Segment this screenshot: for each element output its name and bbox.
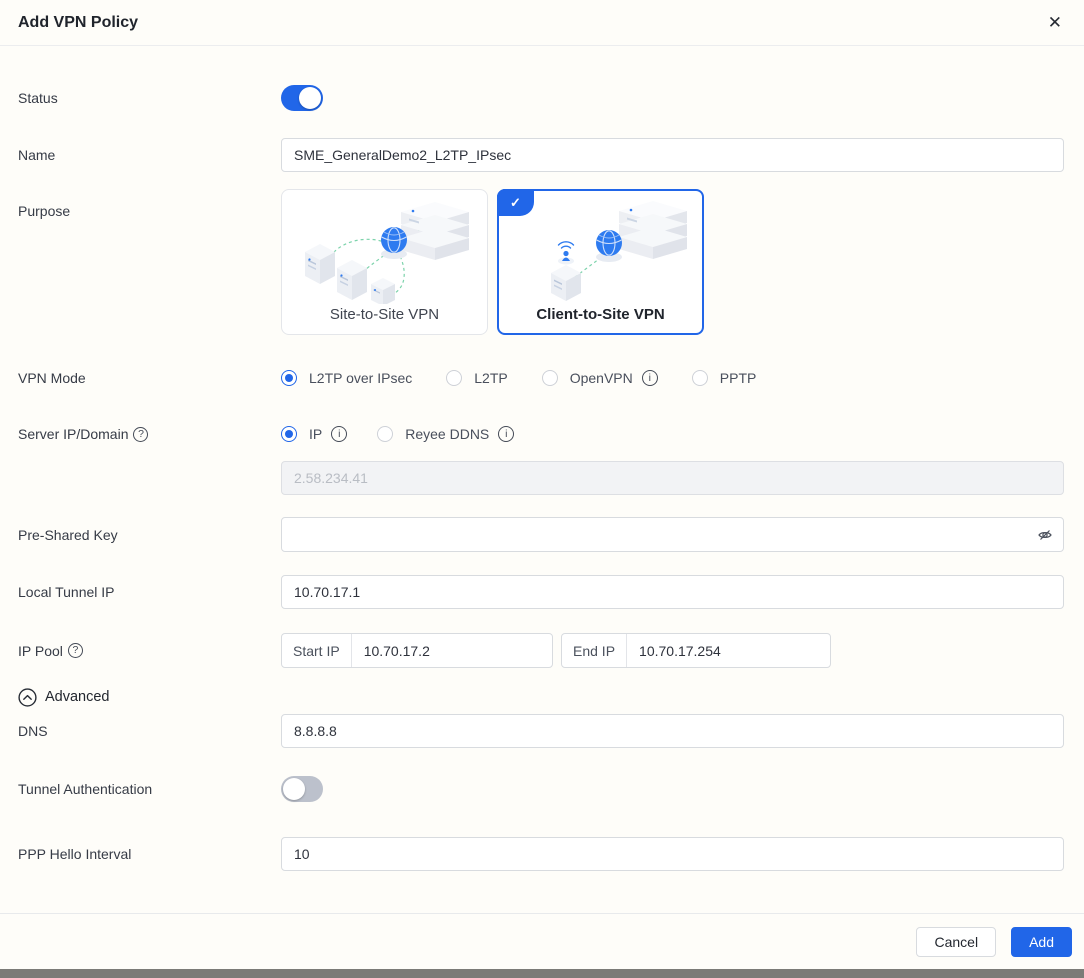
start-ip-prefix-label: Start IP <box>282 634 352 667</box>
server-ip-domain-row: Server IP/Domain ? IP i Reyee DDNS i <box>0 423 1084 445</box>
client-to-site-illustration <box>513 191 689 306</box>
radio-icon <box>542 370 558 386</box>
chevron-up-circle-icon <box>18 688 37 707</box>
selected-check-badge: ✓ <box>497 189 534 216</box>
add-button[interactable]: Add <box>1011 927 1072 957</box>
name-label: Name <box>18 147 281 163</box>
ppp-hello-interval-row: PPP Hello Interval <box>0 837 1084 871</box>
help-icon[interactable]: ? <box>133 427 148 442</box>
dns-input[interactable] <box>281 714 1064 748</box>
radio-pptp[interactable]: PPTP <box>692 370 757 386</box>
radio-icon <box>281 370 297 386</box>
radio-label: Reyee DDNS <box>405 426 489 442</box>
site-to-site-illustration <box>297 190 473 306</box>
ip-pool-start-group: Start IP <box>281 633 553 668</box>
server-ip-input-row <box>0 461 1084 495</box>
pre-shared-key-label: Pre-Shared Key <box>18 527 281 543</box>
globe <box>596 230 622 262</box>
dialog-header: Add VPN Policy ✕ <box>0 0 1084 46</box>
radio-l2tp[interactable]: L2TP <box>446 370 507 386</box>
toggle-knob <box>283 778 305 800</box>
pre-shared-key-input[interactable] <box>281 517 1064 552</box>
ip-pool-row: IP Pool ? Start IP End IP <box>0 633 1084 668</box>
status-label: Status <box>18 90 281 106</box>
tunnel-authentication-label: Tunnel Authentication <box>18 781 281 797</box>
ppp-hello-interval-input[interactable] <box>281 837 1064 871</box>
radio-label: L2TP over IPsec <box>309 370 412 386</box>
ppp-hello-interval-label: PPP Hello Interval <box>18 846 281 862</box>
tunnel-authentication-toggle[interactable] <box>281 776 323 802</box>
purpose-card-site-to-site[interactable]: Site-to-Site VPN <box>281 189 488 335</box>
local-tunnel-ip-row: Local Tunnel IP <box>0 575 1084 609</box>
end-ip-input[interactable] <box>627 634 830 667</box>
ip-pool-label: IP Pool <box>18 643 63 659</box>
local-tunnel-ip-input[interactable] <box>281 575 1064 609</box>
dns-row: DNS <box>0 714 1084 748</box>
purpose-row: Purpose <box>0 189 1084 335</box>
radio-label: OpenVPN <box>570 370 633 386</box>
purpose-card-label: Site-to-Site VPN <box>330 306 439 334</box>
dns-label: DNS <box>18 723 281 739</box>
radio-label: IP <box>309 426 322 442</box>
horizontal-scrollbar[interactable] <box>0 969 1084 978</box>
help-icon[interactable]: ? <box>68 643 83 658</box>
radio-icon <box>377 426 393 442</box>
advanced-label: Advanced <box>45 689 110 705</box>
local-tunnel-ip-label: Local Tunnel IP <box>18 584 281 600</box>
status-row: Status <box>0 85 1084 111</box>
check-icon: ✓ <box>510 195 521 211</box>
cancel-button[interactable]: Cancel <box>916 927 996 957</box>
purpose-label: Purpose <box>18 189 281 219</box>
advanced-section-toggle[interactable]: Advanced <box>0 687 1084 707</box>
radio-icon <box>281 426 297 442</box>
start-ip-input[interactable] <box>352 634 552 667</box>
server-ip-input <box>281 461 1064 495</box>
info-icon[interactable]: i <box>331 426 347 442</box>
tunnel-authentication-row: Tunnel Authentication <box>0 776 1084 802</box>
vpn-mode-label: VPN Mode <box>18 370 281 386</box>
radio-label: L2TP <box>474 370 507 386</box>
ip-pool-end-group: End IP <box>561 633 831 668</box>
end-ip-prefix-label: End IP <box>562 634 627 667</box>
dialog-title: Add VPN Policy <box>18 14 138 32</box>
purpose-card-label: Client-to-Site VPN <box>536 306 664 333</box>
radio-openvpn[interactable]: OpenVPN i <box>542 370 658 386</box>
info-icon[interactable]: i <box>498 426 514 442</box>
radio-label: PPTP <box>720 370 757 386</box>
info-icon[interactable]: i <box>642 370 658 386</box>
server-ip-domain-label: Server IP/Domain <box>18 426 128 442</box>
status-toggle[interactable] <box>281 85 323 111</box>
eye-off-icon[interactable] <box>1037 527 1053 543</box>
name-input[interactable] <box>281 138 1064 172</box>
wifi-user-icon <box>558 241 574 264</box>
radio-icon <box>446 370 462 386</box>
radio-reyee-ddns[interactable]: Reyee DDNS i <box>377 426 514 442</box>
purpose-card-client-to-site[interactable]: ✓ <box>497 189 704 335</box>
radio-ip[interactable]: IP i <box>281 426 347 442</box>
close-icon[interactable]: ✕ <box>1048 14 1062 31</box>
globe <box>381 227 407 259</box>
name-row: Name <box>0 138 1084 172</box>
radio-l2tp-over-ipsec[interactable]: L2TP over IPsec <box>281 370 412 386</box>
dialog-footer: Cancel Add <box>0 913 1084 969</box>
toggle-knob <box>299 87 321 109</box>
radio-icon <box>692 370 708 386</box>
pre-shared-key-row: Pre-Shared Key <box>0 517 1084 552</box>
vpn-mode-row: VPN Mode L2TP over IPsec L2TP OpenVPN i … <box>0 367 1084 389</box>
